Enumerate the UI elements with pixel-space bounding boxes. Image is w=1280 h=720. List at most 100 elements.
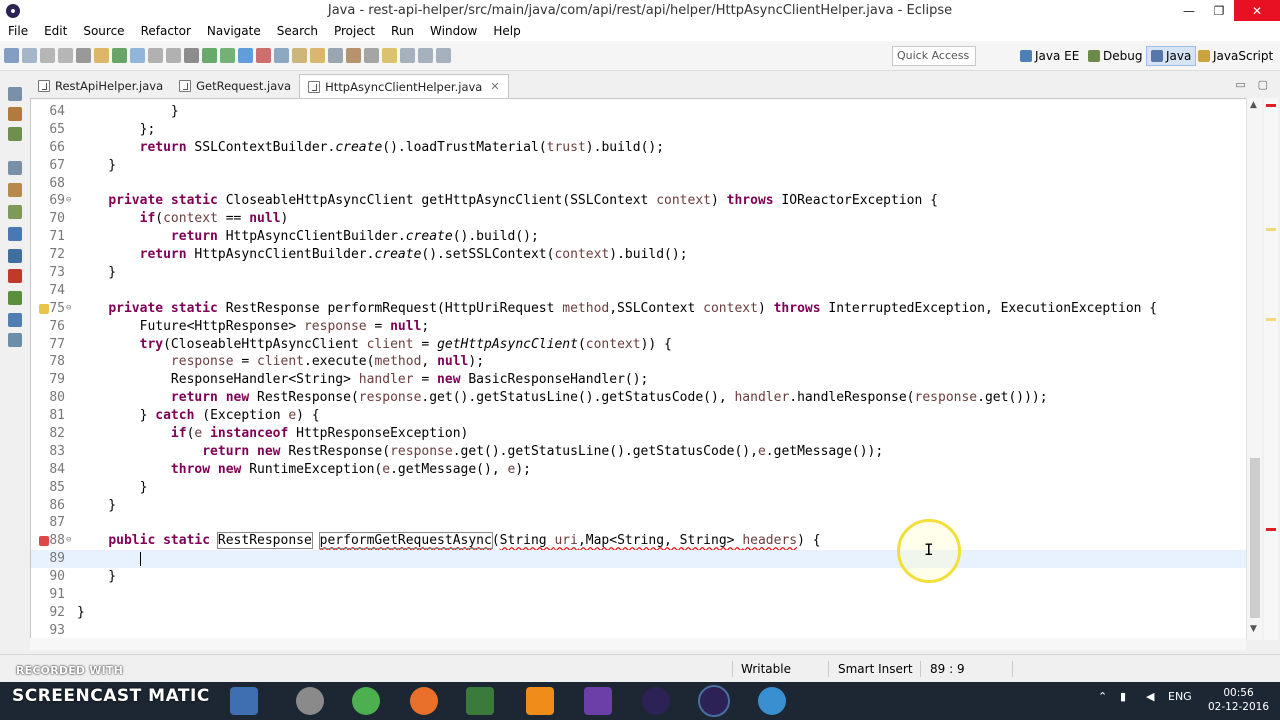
new-java-project-icon[interactable] bbox=[274, 48, 289, 63]
junit-icon[interactable] bbox=[8, 313, 22, 327]
code-line[interactable]: 91 bbox=[31, 586, 1251, 604]
screencast-o-matic-icon[interactable] bbox=[758, 687, 786, 715]
code-text[interactable] bbox=[77, 550, 141, 568]
perspective-javascript[interactable]: JavaScript bbox=[1194, 46, 1277, 66]
code-text[interactable]: } bbox=[77, 568, 116, 586]
code-line[interactable]: 80 return new RestResponse(response.get(… bbox=[31, 389, 1251, 407]
debug-run-icon[interactable] bbox=[202, 48, 217, 63]
code-line[interactable]: 81 } catch (Exception e) { bbox=[31, 407, 1251, 425]
pin-editor-icon[interactable] bbox=[364, 48, 379, 63]
menu-help[interactable]: Help bbox=[485, 24, 528, 38]
code-text[interactable]: return HttpAsyncClientBuilder.create().b… bbox=[77, 228, 539, 246]
code-text[interactable]: response = client.execute(method, null); bbox=[77, 353, 484, 371]
minimize-button[interactable]: — bbox=[1174, 0, 1204, 21]
code-line[interactable]: 78 response = client.execute(method, nul… bbox=[31, 353, 1251, 371]
horizontal-scrollbar[interactable] bbox=[30, 638, 1246, 650]
javadoc-icon[interactable] bbox=[8, 227, 22, 241]
vertical-scrollbar[interactable]: ▲ ▼ bbox=[1246, 98, 1262, 640]
type-hierarchy-icon[interactable] bbox=[8, 127, 22, 141]
code-line[interactable]: 92} bbox=[31, 604, 1251, 622]
code-text[interactable]: } bbox=[77, 157, 116, 175]
coverage-icon[interactable] bbox=[238, 48, 253, 63]
new-package-icon[interactable] bbox=[292, 48, 307, 63]
code-text[interactable]: } bbox=[77, 604, 85, 622]
new-class-icon[interactable] bbox=[310, 48, 325, 63]
perspective-java[interactable]: Java bbox=[1146, 46, 1197, 66]
menu-file[interactable]: File bbox=[0, 24, 36, 38]
fold-toggle-icon[interactable]: ⊖ bbox=[66, 532, 71, 550]
code-line[interactable]: 74 bbox=[31, 282, 1251, 300]
network-icon[interactable]: ▮ bbox=[1120, 690, 1126, 703]
code-line[interactable]: 64 } bbox=[31, 103, 1251, 121]
scrollbar-thumb[interactable] bbox=[1250, 458, 1260, 618]
code-text[interactable]: } bbox=[77, 497, 116, 515]
package-explorer-icon[interactable] bbox=[8, 107, 22, 121]
settings-icon[interactable] bbox=[296, 687, 324, 715]
code-text[interactable]: return new RestResponse(response.get().g… bbox=[77, 389, 1048, 407]
nav-icon[interactable] bbox=[436, 48, 451, 63]
code-editor[interactable]: 64 } 65 }; 66 return SSLContextBuilder.cre… bbox=[30, 98, 1262, 640]
notepadpp-icon[interactable] bbox=[466, 687, 494, 715]
code-text[interactable]: if(context == null) bbox=[77, 210, 289, 228]
menu-source[interactable]: Source bbox=[75, 24, 132, 38]
save-all-icon[interactable] bbox=[40, 48, 55, 63]
code-text[interactable]: }; bbox=[77, 121, 156, 139]
menu-edit[interactable]: Edit bbox=[36, 24, 75, 38]
run-icon[interactable] bbox=[220, 48, 235, 63]
chrome-icon[interactable] bbox=[352, 687, 380, 715]
code-text[interactable]: throw new RuntimeException(e.getMessage(… bbox=[77, 461, 531, 479]
code-text[interactable]: return HttpAsyncClientBuilder.create().s… bbox=[77, 246, 688, 264]
code-line[interactable]: 76 Future<HttpResponse> response = null; bbox=[31, 318, 1251, 336]
volume-icon[interactable]: ◀ bbox=[1146, 690, 1154, 703]
maven-icon[interactable] bbox=[8, 269, 22, 283]
code-line[interactable]: 83 return new RestResponse(response.get(… bbox=[31, 443, 1251, 461]
menu-project[interactable]: Project bbox=[326, 24, 383, 38]
fold-toggle-icon[interactable]: ⊖ bbox=[66, 192, 71, 210]
code-line[interactable]: 72 return HttpAsyncClientBuilder.create(… bbox=[31, 246, 1251, 264]
code-text[interactable]: private static CloseableHttpAsyncClient … bbox=[77, 192, 938, 210]
tab-getrequest[interactable]: GetRequest.java bbox=[171, 74, 299, 98]
scroll-down-icon[interactable]: ▼ bbox=[1250, 624, 1257, 634]
eclipse-taskbar-icon[interactable] bbox=[642, 687, 670, 715]
declaration-icon[interactable] bbox=[8, 249, 22, 263]
open-task-icon[interactable] bbox=[328, 48, 343, 63]
warning-overview-marker[interactable] bbox=[1266, 318, 1276, 321]
minimize-editor-icon[interactable]: ▭ bbox=[1235, 78, 1245, 91]
close-window-button[interactable]: ✕ bbox=[1234, 0, 1280, 21]
language-indicator[interactable]: ENG bbox=[1168, 690, 1192, 703]
code-line[interactable]: 84 throw new RuntimeException(e.getMessa… bbox=[31, 461, 1251, 479]
file-explorer-icon[interactable] bbox=[230, 687, 258, 715]
firefox-icon[interactable] bbox=[410, 687, 438, 715]
maximize-editor-icon[interactable]: ▢ bbox=[1258, 78, 1268, 91]
restore-icon[interactable] bbox=[8, 87, 22, 101]
outline-icon[interactable] bbox=[8, 183, 22, 197]
code-text[interactable]: private static RestResponse performReque… bbox=[77, 300, 1157, 318]
code-line[interactable]: 71 return HttpAsyncClientBuilder.create(… bbox=[31, 228, 1251, 246]
code-text[interactable]: } bbox=[77, 479, 148, 497]
problems-icon[interactable] bbox=[8, 205, 22, 219]
code-text[interactable]: ResponseHandler<String> handler = new Ba… bbox=[77, 371, 648, 389]
code-line[interactable]: 70 if(context == null) bbox=[31, 210, 1251, 228]
code-line[interactable]: 77 try(CloseableHttpAsyncClient client =… bbox=[31, 336, 1251, 354]
print-icon[interactable] bbox=[58, 48, 73, 63]
restore-icon[interactable] bbox=[8, 161, 22, 175]
annotation-icon[interactable] bbox=[148, 48, 163, 63]
search-icon[interactable] bbox=[130, 48, 145, 63]
back-icon[interactable] bbox=[400, 48, 415, 63]
code-line[interactable]: 67 } bbox=[31, 157, 1251, 175]
code-line[interactable]: 73 } bbox=[31, 264, 1251, 282]
visual-studio-icon[interactable] bbox=[584, 687, 612, 715]
menu-navigate[interactable]: Navigate bbox=[199, 24, 269, 38]
code-line[interactable]: 69 ⊖ private static CloseableHttpAsyncCli… bbox=[31, 192, 1251, 210]
error-overview-marker[interactable] bbox=[1266, 104, 1276, 107]
servers-icon[interactable] bbox=[8, 333, 22, 347]
toggle-icon[interactable] bbox=[76, 48, 91, 63]
code-text[interactable]: Future<HttpResponse> response = null; bbox=[77, 318, 430, 336]
code-line[interactable]: 90 } bbox=[31, 568, 1251, 586]
code-text[interactable]: } bbox=[77, 264, 116, 282]
fold-toggle-icon[interactable]: ⊖ bbox=[66, 300, 71, 318]
tab-restapihelper[interactable]: RestApiHelper.java bbox=[30, 74, 171, 98]
perspective-java-ee[interactable]: Java EE bbox=[1016, 46, 1083, 66]
code-text[interactable]: try(CloseableHttpAsyncClient client = ge… bbox=[77, 336, 672, 354]
perspective-debug[interactable]: Debug bbox=[1084, 46, 1146, 66]
